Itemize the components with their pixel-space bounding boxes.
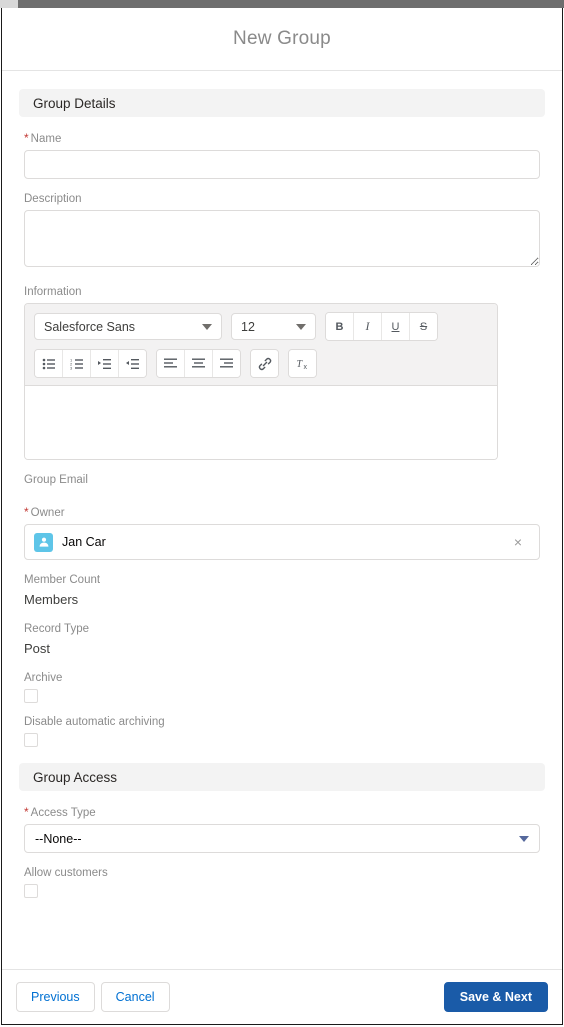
align-button-group [156, 349, 241, 378]
field-allow-customers: Allow customers [19, 866, 545, 898]
field-disable-automatic-archiving: Disable automatic archiving [19, 715, 545, 747]
member-count-value: Members [24, 592, 79, 607]
align-right-icon[interactable] [213, 350, 240, 377]
allow-customers-checkbox[interactable] [24, 884, 38, 898]
field-name: * Name [19, 131, 545, 179]
rich-text-toolbar-row-2: 1 2 3 T x [34, 349, 488, 378]
owner-value: Jan Car [62, 535, 106, 549]
description-textarea[interactable] [24, 210, 540, 267]
bulleted-list-icon[interactable] [35, 350, 63, 377]
font-family-value: Salesforce Sans [44, 319, 136, 334]
list-button-group: 1 2 3 [34, 349, 147, 378]
field-record-type: Record Type Post [19, 622, 545, 657]
close-icon[interactable]: × [509, 533, 527, 551]
record-type-value: Post [24, 641, 51, 656]
font-size-value: 12 [241, 319, 255, 334]
label-information: Information [24, 286, 82, 298]
owner-lookup-input[interactable]: Jan Car × [24, 524, 540, 560]
required-asterisk: * [24, 131, 29, 145]
modal-header: New Group [2, 8, 562, 71]
modal-body: Group Details * Name Description Informat… [2, 71, 562, 969]
bold-icon[interactable]: B [326, 313, 354, 340]
label-description: Description [24, 193, 82, 205]
link-button-group [250, 349, 279, 378]
section-title: Group Details [33, 95, 116, 111]
field-access-type: * Access Type --None-- [19, 805, 545, 853]
archive-checkbox[interactable] [24, 689, 38, 703]
rich-text-editor: Salesforce Sans 12 B I U S 1 2 3 T x [24, 303, 498, 460]
label-text: Owner [30, 507, 65, 519]
label-member-count: Member Count [24, 574, 101, 586]
label-group-email: Group Email [24, 474, 88, 486]
chevron-down-icon [296, 323, 306, 330]
chevron-down-icon [202, 323, 212, 330]
field-member-count: Member Count Members [19, 573, 545, 608]
link-icon[interactable] [251, 350, 278, 377]
label-record-type: Record Type [24, 623, 89, 635]
svg-text:3: 3 [70, 365, 73, 369]
rich-text-body[interactable] [25, 386, 497, 459]
svg-text:x: x [303, 364, 307, 370]
label-text: Name [30, 133, 62, 145]
required-asterisk: * [24, 505, 29, 519]
align-center-icon[interactable] [185, 350, 213, 377]
window-chrome-bar [0, 0, 564, 8]
section-header-group-details: Group Details [19, 89, 545, 117]
chevron-down-icon [519, 835, 529, 842]
field-description: Description [19, 192, 545, 272]
rich-text-toolbar-row-1: Salesforce Sans 12 B I U S [34, 312, 488, 341]
cancel-button[interactable]: Cancel [100, 982, 170, 1012]
strikethrough-icon[interactable]: S [410, 313, 437, 340]
required-asterisk: * [24, 805, 29, 819]
numbered-list-icon[interactable]: 1 2 3 [63, 350, 91, 377]
italic-icon[interactable]: I [354, 313, 382, 340]
access-type-value: --None-- [35, 831, 82, 846]
window-tab-stub [0, 0, 18, 8]
indent-icon[interactable] [91, 350, 119, 377]
disable-automatic-archiving-checkbox[interactable] [24, 733, 38, 747]
field-group-email: Group Email [19, 473, 545, 487]
remove-formatting-button-group: T x [288, 349, 317, 378]
modal-footer: Previous Cancel Save & Next [2, 969, 562, 1024]
outdent-icon[interactable] [119, 350, 146, 377]
label-disable-automatic-archiving: Disable automatic archiving [24, 716, 165, 728]
name-input[interactable] [24, 150, 540, 179]
label-owner: * Owner [24, 505, 540, 520]
user-avatar-icon [34, 532, 53, 552]
section-header-group-access: Group Access [19, 763, 545, 791]
label-allow-customers: Allow customers [24, 867, 108, 879]
svg-text:T: T [296, 359, 303, 370]
text-style-button-group: B I U S [325, 312, 438, 341]
font-size-select[interactable]: 12 [231, 313, 316, 340]
label-access-type: * Access Type [24, 805, 540, 820]
align-left-icon[interactable] [157, 350, 185, 377]
page-title: New Group [233, 28, 331, 49]
previous-button[interactable]: Previous [16, 982, 95, 1012]
new-group-modal: New Group Group Details * Name Descriptio… [1, 8, 563, 1025]
label-name: * Name [24, 131, 540, 146]
underline-icon[interactable]: U [382, 313, 410, 340]
field-owner: * Owner Jan Car × [19, 505, 545, 560]
field-information: Information Salesforce Sans 12 B I U S 1… [19, 285, 545, 460]
rich-text-toolbar: Salesforce Sans 12 B I U S 1 2 3 T x [25, 304, 497, 386]
field-archive: Archive [19, 671, 545, 703]
access-type-select[interactable]: --None-- [24, 824, 540, 853]
save-and-next-button[interactable]: Save & Next [443, 982, 548, 1012]
label-archive: Archive [24, 672, 63, 684]
label-text: Access Type [30, 807, 96, 819]
remove-formatting-icon[interactable]: T x [289, 350, 316, 377]
section-title: Group Access [33, 769, 118, 785]
font-family-select[interactable]: Salesforce Sans [34, 313, 222, 340]
